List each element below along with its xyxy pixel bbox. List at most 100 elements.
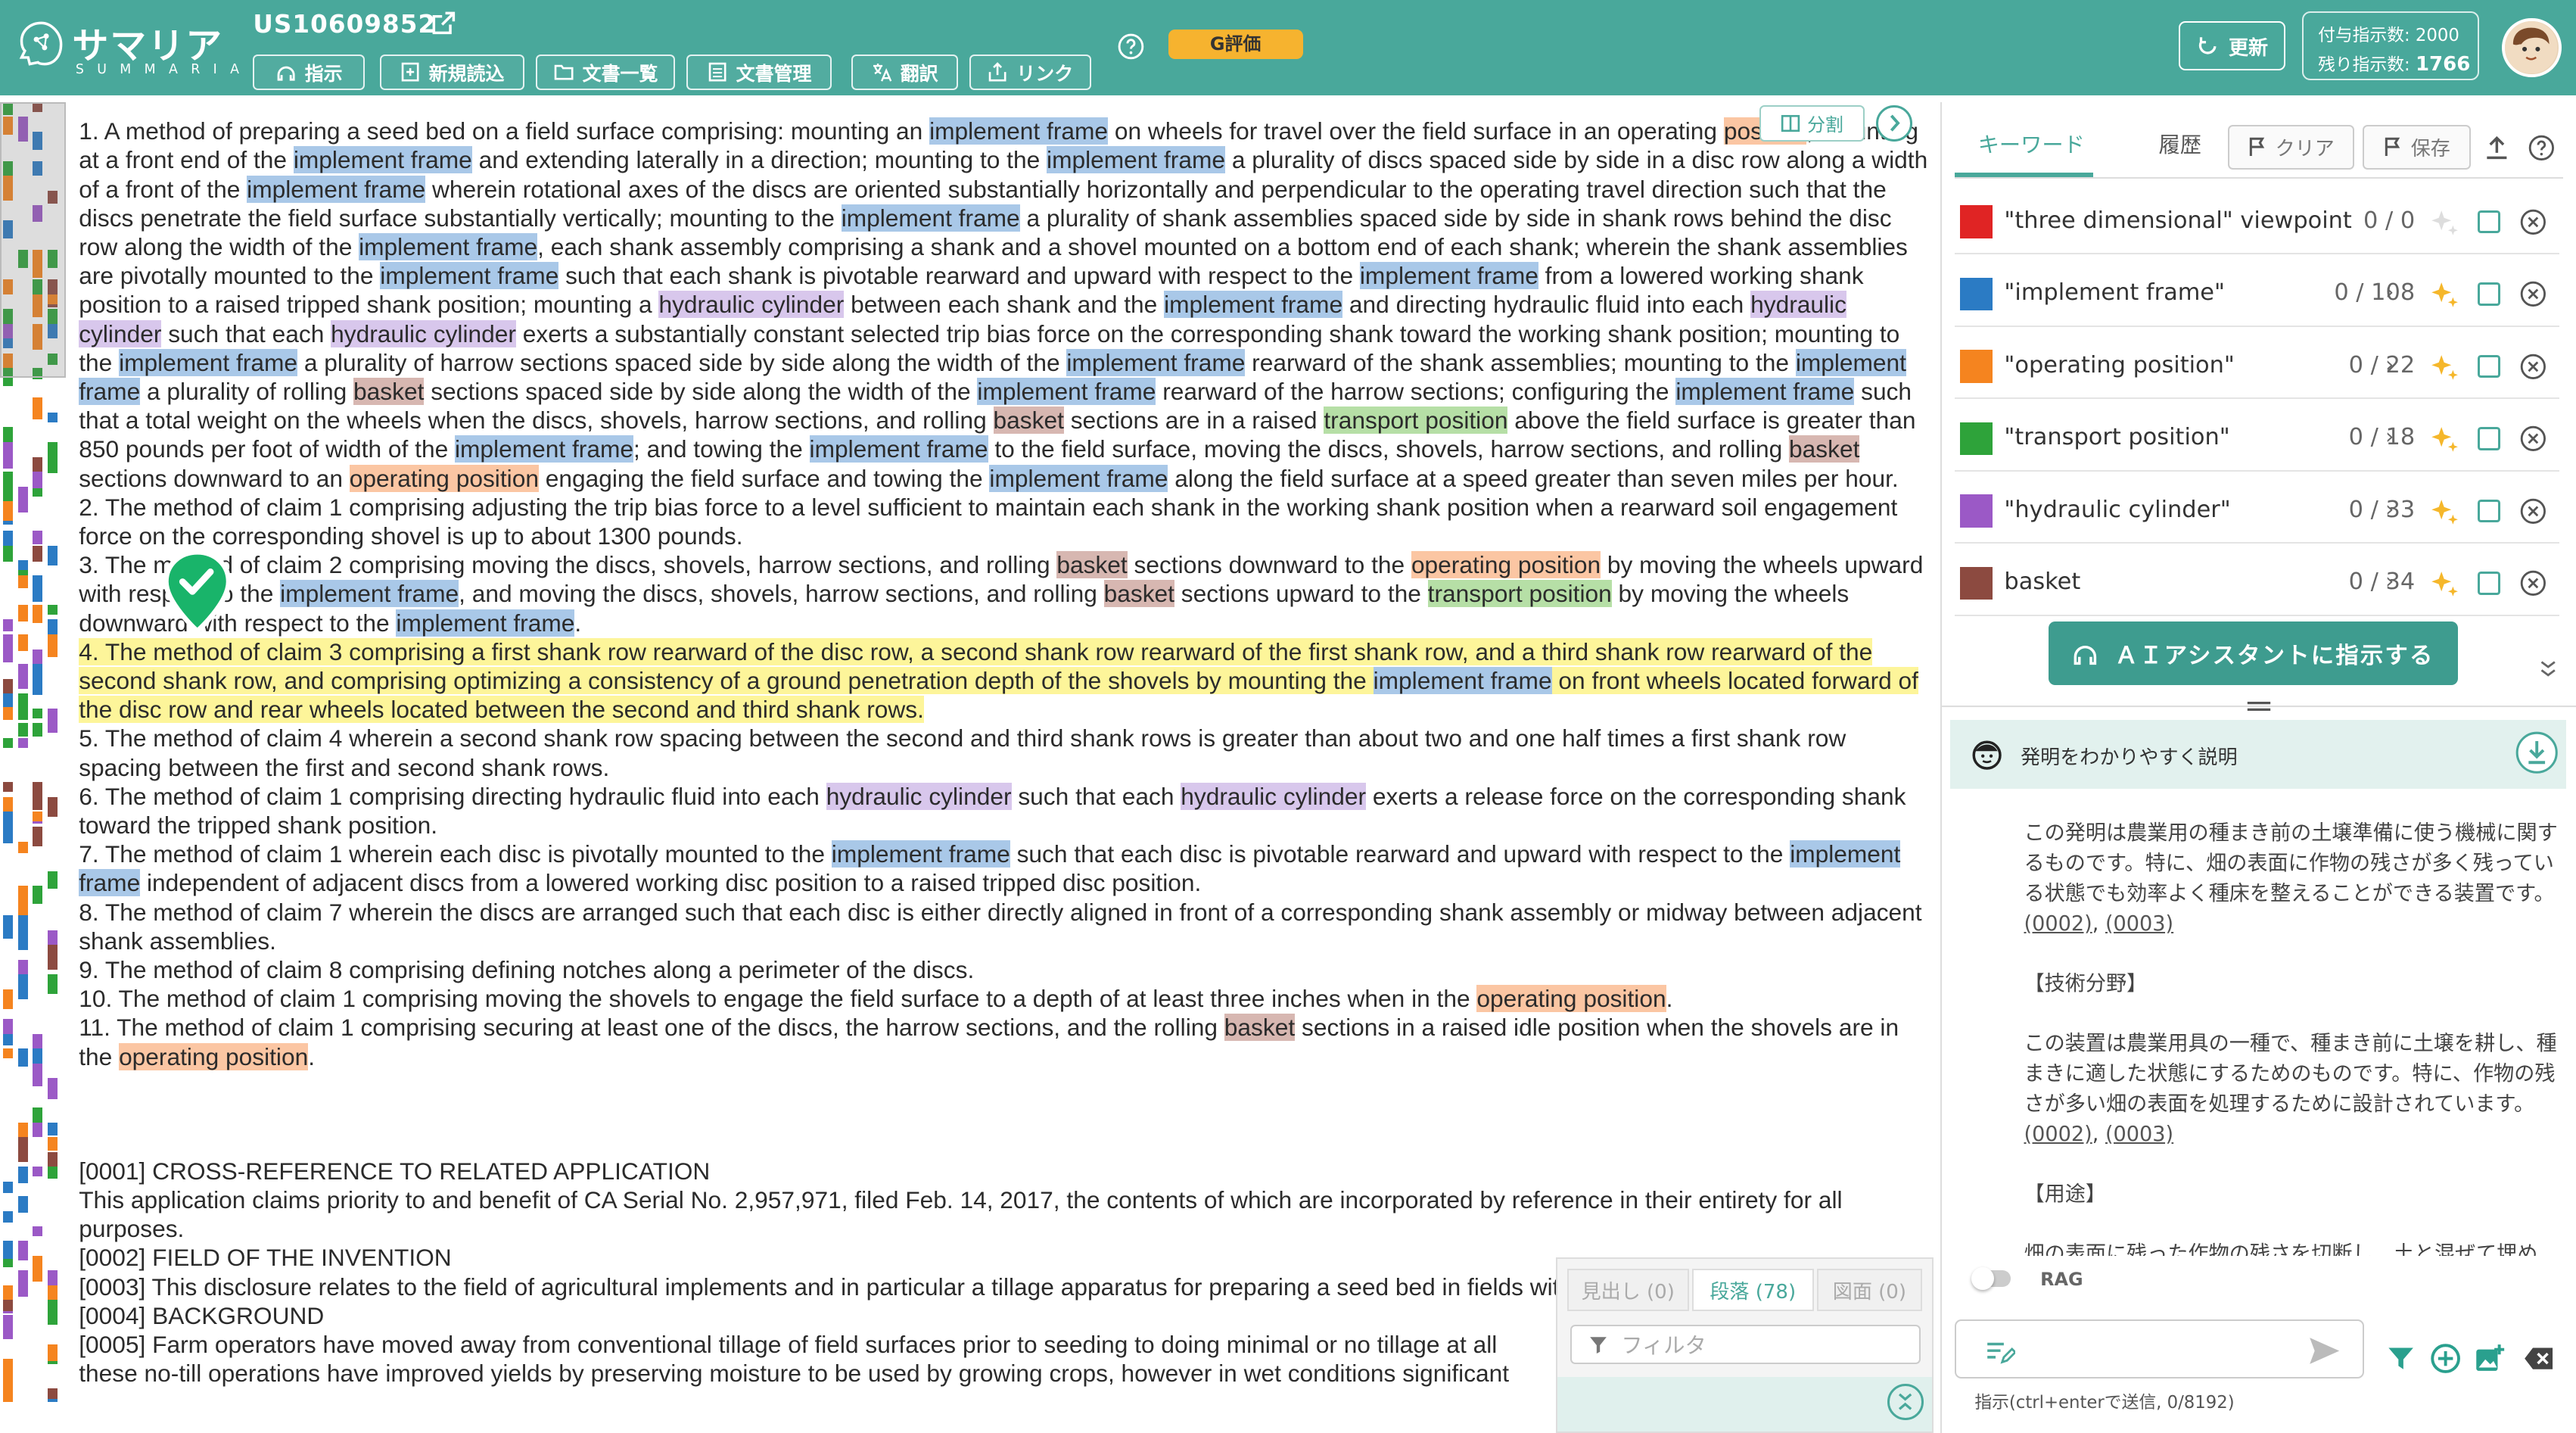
keyword-hydraulic-cylinder[interactable]: hydraulic cylinder bbox=[826, 782, 1012, 810]
next-page-button[interactable] bbox=[1876, 104, 1913, 142]
keyword-transport-position[interactable]: transport position bbox=[1427, 580, 1612, 608]
keyword-basket[interactable]: basket bbox=[1224, 1014, 1296, 1042]
keyword-row[interactable]: "hydraulic cylinder" 0 / 33 › bbox=[1955, 483, 2560, 544]
add-circle-icon[interactable] bbox=[2430, 1343, 2461, 1374]
keyword-operating-position[interactable]: operating position bbox=[119, 1042, 309, 1070]
keyword-next-arrow[interactable]: › bbox=[2385, 352, 2394, 377]
keyword-implement-frame[interactable]: implement frame bbox=[280, 580, 459, 608]
keyword-hydraulic-cylinder[interactable]: hydraulic cylinder bbox=[658, 291, 845, 319]
keyword-checkbox[interactable] bbox=[2477, 282, 2501, 306]
keyword-implement-frame[interactable]: implement frame bbox=[380, 262, 559, 290]
paragraph-reference-link[interactable]: (0002) bbox=[2024, 912, 2092, 936]
keyword-implement-frame[interactable]: implement frame bbox=[1359, 262, 1538, 290]
keyword-implement-frame[interactable]: implement frame bbox=[119, 348, 298, 376]
help-icon[interactable] bbox=[2528, 135, 2555, 161]
collapse-button[interactable] bbox=[1887, 1383, 1924, 1420]
split-button[interactable]: 分割 bbox=[1759, 104, 1865, 142]
keyword-checkbox[interactable] bbox=[2477, 572, 2501, 595]
keyword-color-swatch[interactable] bbox=[1959, 350, 1993, 383]
tab-headings[interactable]: 見出し (0) bbox=[1566, 1268, 1689, 1312]
keyword-checkbox[interactable] bbox=[2477, 210, 2501, 234]
keyword-row[interactable]: "implement frame" 0 / 108 › bbox=[1955, 266, 2560, 327]
instruction-input[interactable] bbox=[1955, 1319, 2364, 1379]
upload-icon[interactable] bbox=[2484, 135, 2510, 161]
keyword-checkbox[interactable] bbox=[2477, 354, 2501, 378]
keyword-operating-position[interactable]: operating position bbox=[1411, 551, 1601, 579]
paragraph-filter-input[interactable]: フィルタ bbox=[1570, 1324, 1921, 1364]
keyword-hydraulic-cylinder[interactable]: hydraulic cylinder bbox=[331, 319, 516, 347]
keyword-basket[interactable]: basket bbox=[1103, 580, 1174, 608]
external-link-icon[interactable] bbox=[431, 10, 457, 36]
nav-link-button[interactable]: リンク bbox=[969, 54, 1091, 91]
keyword-next-arrow[interactable]: › bbox=[2385, 279, 2394, 304]
keyword-color-swatch[interactable] bbox=[1959, 277, 1993, 311]
remove-keyword-icon[interactable] bbox=[2520, 425, 2546, 452]
keyword-basket[interactable]: basket bbox=[1789, 435, 1860, 463]
keyword-implement-frame[interactable]: implement frame bbox=[809, 435, 988, 463]
nav-new-load-button[interactable]: 新規読込 bbox=[379, 54, 524, 91]
keyword-color-swatch[interactable] bbox=[1959, 422, 1993, 456]
keyword-checkbox[interactable] bbox=[2477, 499, 2501, 523]
keyword-implement-frame[interactable]: implement frame bbox=[989, 464, 1168, 492]
sparkle-icon[interactable] bbox=[2430, 209, 2459, 238]
keyword-implement-frame[interactable]: implement frame bbox=[1373, 667, 1552, 694]
keyword-checkbox[interactable] bbox=[2477, 427, 2501, 450]
tab-paragraphs[interactable]: 段落 (78) bbox=[1691, 1268, 1814, 1312]
help-icon[interactable] bbox=[1117, 33, 1145, 61]
sparkle-icon[interactable] bbox=[2430, 570, 2459, 600]
refresh-button[interactable]: 更新 bbox=[2178, 21, 2285, 71]
add-image-icon[interactable] bbox=[2474, 1343, 2505, 1374]
paragraph-reference-link[interactable]: (0003) bbox=[2105, 1123, 2173, 1146]
keyword-basket[interactable]: basket bbox=[1056, 551, 1128, 579]
keyword-row[interactable]: basket 0 / 34 › bbox=[1955, 556, 2560, 616]
tab-drawings[interactable]: 図面 (0) bbox=[1816, 1268, 1922, 1312]
chevrons-down-icon[interactable] bbox=[2537, 657, 2559, 680]
sparkle-icon[interactable] bbox=[2430, 281, 2459, 310]
keyword-next-arrow[interactable]: › bbox=[2385, 497, 2394, 522]
paragraph-reference-link[interactable]: (0003) bbox=[2105, 912, 2173, 936]
rag-switch[interactable] bbox=[1971, 1266, 2011, 1291]
keyword-color-swatch[interactable] bbox=[1959, 205, 1993, 238]
send-icon[interactable] bbox=[2308, 1336, 2341, 1366]
nav-document-management-button[interactable]: 文書管理 bbox=[686, 54, 832, 91]
evaluation-badge[interactable]: G評価 bbox=[1168, 30, 1303, 60]
sparkle-icon[interactable] bbox=[2430, 425, 2459, 455]
filter-icon[interactable] bbox=[2385, 1343, 2416, 1374]
clear-input-icon[interactable] bbox=[2523, 1343, 2554, 1374]
keyword-implement-frame[interactable]: implement frame bbox=[247, 175, 426, 203]
ai-assistant-button[interactable]: ＡＩアシスタントに指示する bbox=[2049, 621, 2458, 686]
keyword-implement-frame[interactable]: implement frame bbox=[1066, 348, 1246, 376]
minimap-viewport[interactable] bbox=[0, 101, 66, 378]
keyword-implement-frame[interactable]: implement frame bbox=[977, 377, 1156, 405]
clear-button[interactable]: クリア bbox=[2227, 124, 2354, 170]
keyword-implement-frame[interactable]: implement frame bbox=[841, 204, 1020, 232]
nav-translate-button[interactable]: 翻訳 bbox=[851, 54, 958, 91]
paragraph-reference-link[interactable]: (0002) bbox=[2024, 1123, 2092, 1146]
remove-keyword-icon[interactable] bbox=[2520, 354, 2546, 380]
save-button[interactable]: 保存 bbox=[2362, 124, 2471, 170]
keyword-operating-position[interactable]: operating position bbox=[349, 464, 539, 492]
keyword-implement-frame[interactable]: implement frame bbox=[1047, 146, 1226, 174]
keyword-implement-frame[interactable]: implement frame bbox=[455, 435, 633, 463]
tab-keywords[interactable]: キーワード bbox=[1978, 128, 2085, 159]
document-minimap[interactable] bbox=[0, 101, 66, 1433]
keyword-implement-frame[interactable]: implement frame bbox=[1164, 291, 1343, 319]
nav-document-list-button[interactable]: 文書一覧 bbox=[535, 54, 676, 91]
keyword-next-arrow[interactable]: › bbox=[2385, 424, 2394, 449]
remove-keyword-icon[interactable] bbox=[2520, 209, 2546, 235]
keyword-color-swatch[interactable] bbox=[1959, 494, 1993, 528]
sparkle-icon[interactable] bbox=[2430, 354, 2459, 383]
keyword-implement-frame[interactable]: implement frame bbox=[396, 609, 575, 637]
rag-toggle[interactable]: RAG bbox=[1971, 1266, 2139, 1295]
keyword-row[interactable]: "operating position" 0 / 22 › bbox=[1955, 338, 2560, 400]
remove-keyword-icon[interactable] bbox=[2520, 498, 2546, 525]
checked-location-pin-icon[interactable] bbox=[161, 549, 234, 657]
keyword-basket[interactable]: basket bbox=[993, 407, 1064, 435]
panel-resize-handle[interactable] bbox=[1942, 696, 2576, 716]
keyword-implement-frame[interactable]: implement frame bbox=[929, 117, 1109, 145]
keyword-next-arrow[interactable]: › bbox=[2385, 569, 2394, 593]
keyword-implement-frame[interactable]: implement frame bbox=[293, 146, 472, 174]
nav-instruct-button[interactable]: 指示 bbox=[253, 54, 365, 91]
keyword-row[interactable]: "transport position" 0 / 18 › bbox=[1955, 411, 2560, 472]
keyword-operating-position[interactable]: operating position bbox=[1476, 985, 1666, 1013]
